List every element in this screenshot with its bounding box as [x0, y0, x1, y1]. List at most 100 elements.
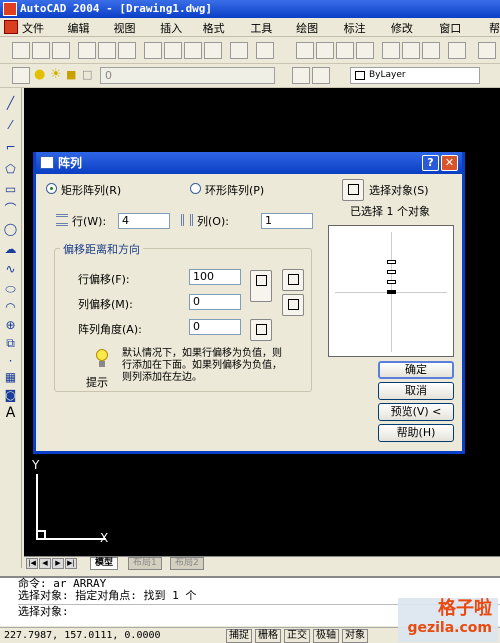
columns-field[interactable]: 1	[261, 213, 313, 229]
circle-icon[interactable]: ◯	[3, 222, 18, 237]
zoom-window-icon[interactable]	[336, 42, 354, 59]
insert-block-icon[interactable]: ⊕	[3, 318, 18, 333]
tab-model[interactable]: 模型	[90, 557, 119, 570]
paste-icon[interactable]	[184, 42, 202, 59]
arc-icon[interactable]: ⌒	[3, 202, 18, 217]
construction-line-icon[interactable]: ⁄	[3, 118, 18, 133]
column-offset-label: 列偏移(M):	[78, 298, 133, 311]
point-icon[interactable]: ·	[3, 354, 18, 369]
cancel-button[interactable]: 取消	[378, 382, 454, 400]
site-watermark: 格子啦 gezila.com	[398, 598, 498, 642]
cut-icon[interactable]	[144, 42, 162, 59]
preview-cell	[387, 290, 396, 294]
columns-icon	[181, 214, 193, 226]
zoom-previous-icon[interactable]	[356, 42, 374, 59]
watermark-title: 格子啦	[438, 598, 492, 619]
columns-label: 列(O):	[197, 215, 229, 228]
pick-both-offsets-button[interactable]	[250, 270, 272, 302]
layer-dropdown[interactable]: 0	[100, 67, 275, 84]
color-dropdown[interactable]: ByLayer	[350, 67, 480, 84]
tab-last-icon[interactable]: ▶|	[65, 558, 77, 569]
layer-manager-icon[interactable]	[12, 67, 30, 84]
region-icon[interactable]: ◙	[3, 388, 18, 403]
polar-array-label: 环形阵列(P)	[205, 184, 265, 197]
array-dialog: 阵列 ? ✕ 矩形阵列(R) 环形阵列(P) 行(W): 4 列(O): 1 偏…	[33, 152, 465, 454]
design-center-icon[interactable]	[402, 42, 420, 59]
tab-layout2[interactable]: 布局2	[170, 557, 204, 570]
osnap-toggle[interactable]: 对象	[342, 629, 368, 643]
tool-palettes-icon[interactable]	[422, 42, 440, 59]
ucs-x-axis	[36, 538, 106, 540]
help-icon[interactable]	[448, 42, 466, 59]
ortho-toggle[interactable]: 正交	[284, 629, 310, 643]
ucs-y-label: Y	[32, 458, 40, 472]
layer-current-value: 0	[105, 69, 112, 82]
polar-array-radio[interactable]	[190, 183, 201, 194]
document-icon[interactable]	[4, 20, 18, 34]
grid-toggle[interactable]: 栅格	[255, 629, 281, 643]
select-objects-label: 选择对象(S)	[369, 184, 429, 197]
rows-field[interactable]: 4	[118, 213, 170, 229]
ellipse-icon[interactable]: ⬭	[3, 282, 18, 297]
layer-color-icon[interactable]: □	[82, 67, 100, 84]
line-icon[interactable]: ╱	[3, 96, 18, 111]
spline-icon[interactable]: ∿	[3, 262, 18, 277]
zoom-realtime-icon[interactable]	[316, 42, 334, 59]
undo-icon[interactable]	[230, 42, 248, 59]
make-block-icon[interactable]: ⧉	[3, 336, 18, 351]
tab-first-icon[interactable]: |◀	[26, 558, 38, 569]
row-offset-field[interactable]: 100	[189, 269, 241, 285]
polyline-icon[interactable]: ⌐	[3, 140, 18, 155]
ellipse-arc-icon[interactable]: ◠	[3, 300, 18, 315]
tip-text-line-1: 默认情况下，如果行偏移为负值，则	[122, 348, 282, 359]
ok-button[interactable]: 确定	[378, 361, 454, 379]
color-swatch	[355, 71, 365, 80]
make-object-layer-current-icon[interactable]	[292, 67, 310, 84]
tab-prev-icon[interactable]: ◀	[39, 558, 51, 569]
polygon-icon[interactable]: ⬠	[3, 162, 18, 177]
hatch-icon[interactable]: ▦	[3, 370, 18, 385]
array-angle-label: 阵列角度(A):	[78, 323, 142, 336]
rectangle-icon[interactable]: ▭	[3, 182, 18, 197]
pan-icon[interactable]	[296, 42, 314, 59]
snap-toggle[interactable]: 捕捉	[226, 629, 252, 643]
column-offset-field[interactable]: 0	[189, 294, 241, 310]
close-button[interactable]: ✕	[441, 155, 458, 171]
publish-icon[interactable]	[118, 42, 136, 59]
autocad-app-icon[interactable]	[3, 2, 17, 16]
multiline-text-icon[interactable]: A	[3, 406, 18, 421]
array-angle-field[interactable]: 0	[189, 319, 241, 335]
redo-icon[interactable]	[256, 42, 274, 59]
app-title: AutoCAD 2004 - [Drawing1.dwg]	[20, 2, 213, 15]
print-preview-icon[interactable]	[98, 42, 116, 59]
help-button[interactable]: 帮助(H)	[378, 424, 454, 442]
rectangular-array-radio[interactable]	[46, 183, 57, 194]
copy-icon[interactable]	[164, 42, 182, 59]
tip-label: 提示	[86, 376, 108, 389]
new-icon[interactable]	[12, 42, 30, 59]
tab-layout1[interactable]: 布局1	[128, 557, 162, 570]
pick-column-offset-button[interactable]	[282, 294, 304, 316]
properties-icon[interactable]	[382, 42, 400, 59]
layers-toolbar: ● ☀ ■ □ 0 ByLayer	[0, 64, 500, 88]
select-objects-button[interactable]	[342, 179, 364, 201]
save-icon[interactable]	[52, 42, 70, 59]
tab-next-icon[interactable]: ▶	[52, 558, 64, 569]
polar-toggle[interactable]: 极轴	[313, 629, 339, 643]
tip-text: 默认情况下，如果行偏移为负值，则 行添加在下面。如果列偏移为负值， 则列添加在左…	[122, 348, 282, 384]
app-title-bar: AutoCAD 2004 - [Drawing1.dwg]	[0, 0, 500, 18]
toolbar-overflow-icon[interactable]	[478, 42, 496, 59]
match-properties-icon[interactable]	[204, 42, 222, 59]
layer-previous-icon[interactable]	[312, 67, 330, 84]
preview-button[interactable]: 预览(V) <	[378, 403, 454, 421]
offset-group-legend: 偏移距离和方向	[60, 241, 143, 257]
pick-angle-button[interactable]	[250, 319, 272, 341]
print-icon[interactable]	[78, 42, 96, 59]
open-icon[interactable]	[32, 42, 50, 59]
selected-count-text: 已选择 1 个对象	[350, 205, 430, 218]
help-question-button[interactable]: ?	[422, 155, 439, 171]
dialog-title: 阵列	[58, 156, 83, 170]
revision-cloud-icon[interactable]: ☁	[3, 242, 18, 257]
preview-cell	[387, 260, 396, 264]
pick-row-offset-button[interactable]	[282, 269, 304, 291]
